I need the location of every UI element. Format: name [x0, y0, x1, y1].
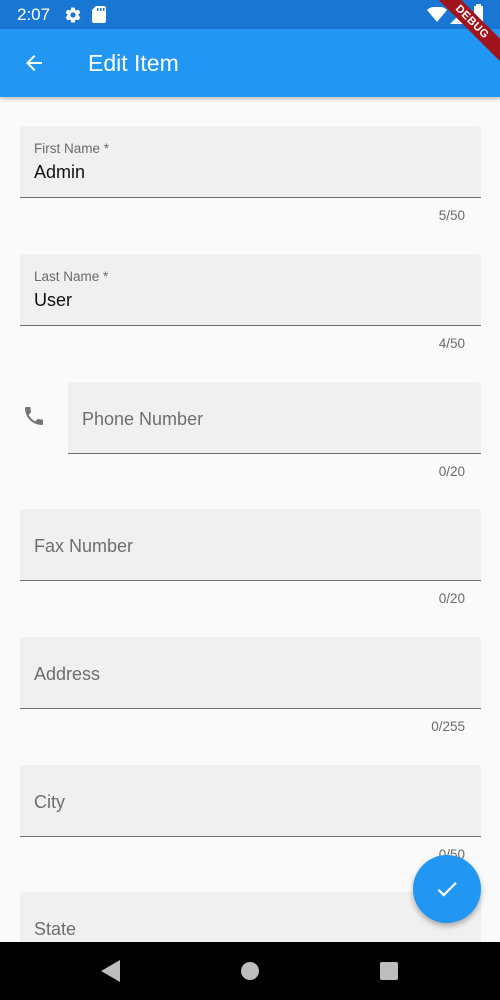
fax-number-counter: 0/20 [438, 591, 465, 606]
address-placeholder: Address [34, 664, 101, 684]
save-fab-button[interactable] [413, 855, 481, 923]
state-field[interactable]: State [20, 892, 481, 942]
edit-form: First Name * Admin 5/50 Last Name * User… [0, 97, 500, 942]
last-name-value: User [34, 290, 73, 310]
city-placeholder: City [34, 792, 65, 812]
first-name-counter: 5/50 [438, 208, 465, 223]
address-counter: 0/255 [431, 719, 465, 734]
state-placeholder: State [34, 919, 77, 939]
app-bar: Edit Item [0, 29, 500, 97]
check-icon [437, 882, 457, 897]
nav-recents-button[interactable] [380, 962, 398, 980]
arrow-back-icon [26, 55, 42, 71]
nav-back-button[interactable] [101, 960, 121, 987]
fax-number-field[interactable]: Fax Number [20, 509, 481, 581]
address-field[interactable]: Address [20, 637, 481, 709]
phone-number-field[interactable]: Phone Number [68, 382, 481, 454]
last-name-label: Last Name * [34, 269, 109, 284]
wifi-icon [427, 6, 447, 27]
page-title: Edit Item [88, 50, 179, 76]
phone-icon [22, 404, 46, 433]
city-field[interactable]: City [20, 765, 481, 837]
first-name-field[interactable]: First Name * Admin [20, 126, 481, 198]
system-nav-bar [0, 942, 500, 1000]
phone-number-placeholder: Phone Number [82, 409, 204, 429]
status-time: 2:07 [17, 5, 51, 24]
phone-number-counter: 0/20 [438, 464, 465, 479]
fax-number-placeholder: Fax Number [34, 536, 134, 556]
status-bar: 2:07 [0, 0, 500, 29]
first-name-label: First Name * [34, 141, 110, 156]
back-button[interactable] [18, 47, 50, 79]
nav-home-button[interactable] [241, 962, 259, 980]
last-name-counter: 4/50 [438, 336, 465, 351]
last-name-field[interactable]: Last Name * User [20, 254, 481, 326]
settings-gear-icon [64, 6, 82, 29]
sd-card-icon [92, 6, 106, 28]
first-name-value: Admin [34, 162, 86, 182]
